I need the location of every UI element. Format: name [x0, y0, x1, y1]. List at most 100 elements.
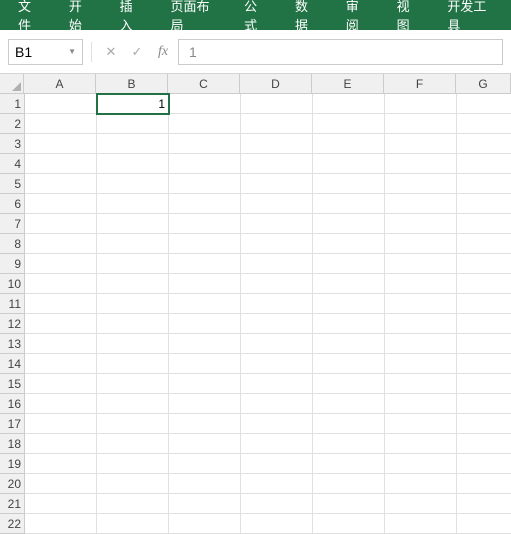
cell-G20[interactable]	[457, 474, 511, 494]
row-header-10[interactable]: 10	[0, 274, 25, 294]
cell-B6[interactable]	[97, 194, 169, 214]
column-header-A[interactable]: A	[24, 74, 96, 94]
cell-E19[interactable]	[313, 454, 385, 474]
cell-G4[interactable]	[457, 154, 511, 174]
cell-C4[interactable]	[169, 154, 241, 174]
cell-G17[interactable]	[457, 414, 511, 434]
cell-E2[interactable]	[313, 114, 385, 134]
cell-C18[interactable]	[169, 434, 241, 454]
cell-D15[interactable]	[241, 374, 313, 394]
cell-C6[interactable]	[169, 194, 241, 214]
cell-E18[interactable]	[313, 434, 385, 454]
cell-G3[interactable]	[457, 134, 511, 154]
cell-F20[interactable]	[385, 474, 457, 494]
cell-C20[interactable]	[169, 474, 241, 494]
cell-A1[interactable]	[25, 94, 97, 114]
cell-E7[interactable]	[313, 214, 385, 234]
cell-F10[interactable]	[385, 274, 457, 294]
ribbon-tab-0[interactable]: 文件	[4, 0, 55, 30]
cell-D21[interactable]	[241, 494, 313, 514]
ribbon-tab-3[interactable]: 页面布局	[156, 0, 230, 30]
column-header-C[interactable]: C	[168, 74, 240, 94]
cell-F19[interactable]	[385, 454, 457, 474]
cell-A11[interactable]	[25, 294, 97, 314]
cell-B9[interactable]	[97, 254, 169, 274]
row-header-16[interactable]: 16	[0, 394, 25, 414]
cell-D22[interactable]	[241, 514, 313, 534]
row-header-11[interactable]: 11	[0, 294, 25, 314]
cell-F7[interactable]	[385, 214, 457, 234]
row-header-17[interactable]: 17	[0, 414, 25, 434]
cell-F4[interactable]	[385, 154, 457, 174]
cell-B8[interactable]	[97, 234, 169, 254]
dropdown-arrow-icon[interactable]: ▼	[68, 47, 76, 56]
cell-C19[interactable]	[169, 454, 241, 474]
column-header-B[interactable]: B	[96, 74, 168, 94]
cell-G12[interactable]	[457, 314, 511, 334]
cell-A17[interactable]	[25, 414, 97, 434]
cell-E20[interactable]	[313, 474, 385, 494]
cell-C21[interactable]	[169, 494, 241, 514]
cell-E10[interactable]	[313, 274, 385, 294]
cell-G9[interactable]	[457, 254, 511, 274]
row-header-1[interactable]: 1	[0, 94, 25, 114]
cell-F17[interactable]	[385, 414, 457, 434]
cell-F2[interactable]	[385, 114, 457, 134]
cell-C8[interactable]	[169, 234, 241, 254]
ribbon-tab-5[interactable]: 数据	[281, 0, 332, 30]
cell-D3[interactable]	[241, 134, 313, 154]
cell-B22[interactable]	[97, 514, 169, 534]
cell-B5[interactable]	[97, 174, 169, 194]
cell-D6[interactable]	[241, 194, 313, 214]
cells-area[interactable]: 1	[25, 94, 511, 534]
cell-D10[interactable]	[241, 274, 313, 294]
cell-E13[interactable]	[313, 334, 385, 354]
cell-A3[interactable]	[25, 134, 97, 154]
cell-B11[interactable]	[97, 294, 169, 314]
cell-B2[interactable]	[97, 114, 169, 134]
cell-D1[interactable]	[241, 94, 313, 114]
cell-F22[interactable]	[385, 514, 457, 534]
row-header-6[interactable]: 6	[0, 194, 25, 214]
cell-D11[interactable]	[241, 294, 313, 314]
cell-A22[interactable]	[25, 514, 97, 534]
row-header-4[interactable]: 4	[0, 154, 25, 174]
cell-D7[interactable]	[241, 214, 313, 234]
cell-C7[interactable]	[169, 214, 241, 234]
cell-C3[interactable]	[169, 134, 241, 154]
cell-B18[interactable]	[97, 434, 169, 454]
cell-B14[interactable]	[97, 354, 169, 374]
cell-G18[interactable]	[457, 434, 511, 454]
column-header-G[interactable]: G	[456, 74, 511, 94]
cell-C13[interactable]	[169, 334, 241, 354]
cell-G15[interactable]	[457, 374, 511, 394]
cell-F5[interactable]	[385, 174, 457, 194]
cell-D8[interactable]	[241, 234, 313, 254]
row-header-22[interactable]: 22	[0, 514, 25, 534]
cell-E16[interactable]	[313, 394, 385, 414]
cell-E22[interactable]	[313, 514, 385, 534]
cell-A5[interactable]	[25, 174, 97, 194]
cell-G11[interactable]	[457, 294, 511, 314]
cell-G2[interactable]	[457, 114, 511, 134]
cell-B13[interactable]	[97, 334, 169, 354]
cell-F3[interactable]	[385, 134, 457, 154]
cell-G22[interactable]	[457, 514, 511, 534]
cell-D2[interactable]	[241, 114, 313, 134]
cell-B7[interactable]	[97, 214, 169, 234]
cell-D16[interactable]	[241, 394, 313, 414]
cell-A16[interactable]	[25, 394, 97, 414]
cell-A8[interactable]	[25, 234, 97, 254]
cell-G19[interactable]	[457, 454, 511, 474]
cell-A15[interactable]	[25, 374, 97, 394]
cell-E3[interactable]	[313, 134, 385, 154]
select-all-corner[interactable]	[0, 74, 24, 94]
row-header-12[interactable]: 12	[0, 314, 25, 334]
cell-G6[interactable]	[457, 194, 511, 214]
cell-F11[interactable]	[385, 294, 457, 314]
cell-C16[interactable]	[169, 394, 241, 414]
cell-B20[interactable]	[97, 474, 169, 494]
cell-B3[interactable]	[97, 134, 169, 154]
cell-C9[interactable]	[169, 254, 241, 274]
cell-E12[interactable]	[313, 314, 385, 334]
